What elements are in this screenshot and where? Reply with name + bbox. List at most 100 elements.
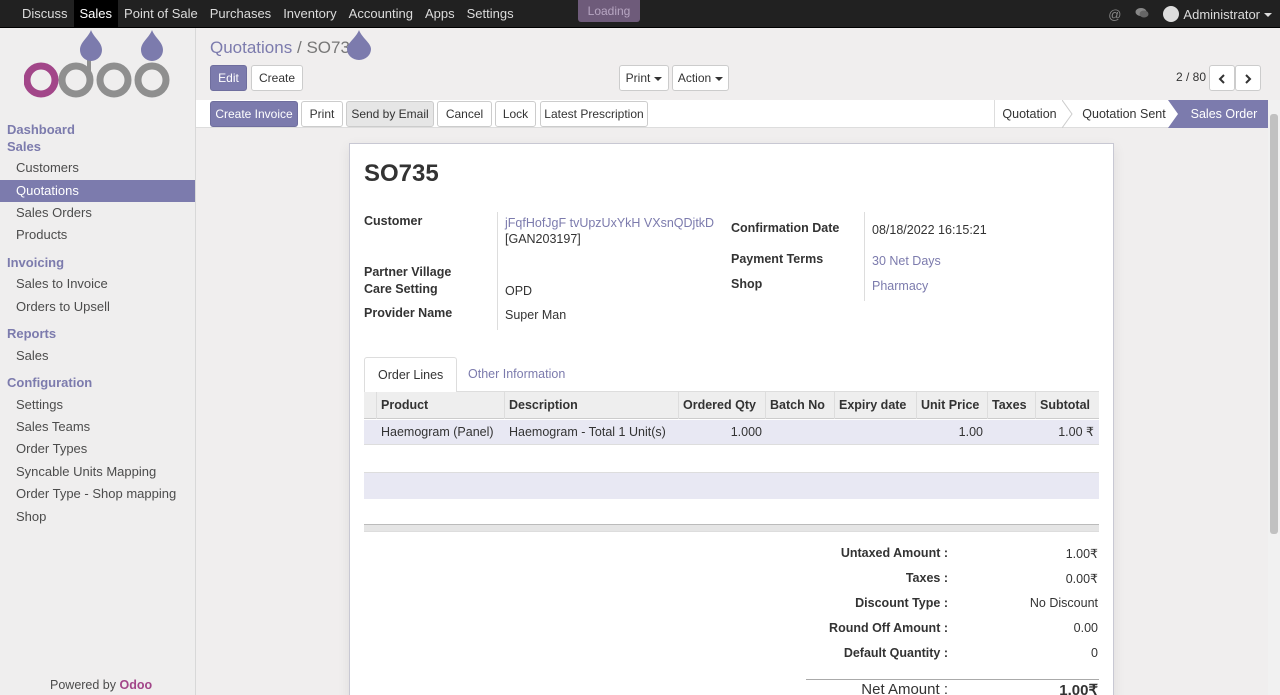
- sidebar-item-sales-teams[interactable]: Sales Teams: [0, 416, 195, 438]
- scrollbar[interactable]: [1268, 100, 1280, 695]
- menu-settings[interactable]: Settings: [461, 0, 520, 28]
- sidebar-dashboard[interactable]: Dashboard: [7, 122, 75, 137]
- care-setting-label: Care Setting: [364, 282, 438, 296]
- mention-icon[interactable]: @: [1108, 7, 1121, 22]
- sidebar-section-sales: Sales: [7, 139, 41, 154]
- sidebar-item-shop[interactable]: Shop: [0, 506, 195, 528]
- previous-record-button[interactable]: [1209, 65, 1235, 91]
- breadcrumb-current: SO73: [306, 38, 350, 57]
- powered-by-link[interactable]: Odoo: [120, 678, 153, 692]
- tab-order-lines[interactable]: Order Lines: [364, 357, 458, 393]
- edit-button[interactable]: Edit: [210, 65, 247, 91]
- menu-apps[interactable]: Apps: [419, 0, 461, 28]
- menu-sales[interactable]: Sales: [73, 0, 119, 28]
- chevron-left-icon: [1218, 74, 1225, 84]
- chevron-down-icon: [654, 76, 663, 81]
- action-dropdown-label: Action: [677, 71, 712, 85]
- order-title: SO735: [364, 160, 439, 187]
- table-row[interactable]: Haemogram (Panel) Haemogram - Total 1 Un…: [364, 420, 1099, 445]
- partner-village-label: Partner Village: [364, 265, 452, 279]
- sidebar-item-syncable-units-mapping[interactable]: Syncable Units Mapping: [0, 461, 195, 483]
- payment-terms-label: Payment Terms: [731, 252, 824, 266]
- powered-by-text: Powered by: [50, 678, 117, 692]
- confirmation-date-value: 08/18/2022 16:15:21: [872, 223, 987, 237]
- top-navbar: Discuss Sales Point of Sale Purchases In…: [0, 0, 1280, 28]
- print-dropdown[interactable]: Print: [619, 65, 669, 91]
- chevron-down-icon: [1264, 13, 1272, 18]
- sidebar-item-sales-to-invoice[interactable]: Sales to Invoice: [0, 273, 195, 295]
- print-button[interactable]: Print: [301, 101, 343, 127]
- column-expiry-date[interactable]: Expiry date: [835, 392, 917, 419]
- sidebar-item-reports-sales[interactable]: Sales: [0, 345, 195, 367]
- sidebar-item-settings[interactable]: Settings: [0, 394, 195, 416]
- menu-accounting[interactable]: Accounting: [343, 0, 419, 28]
- powered-by: Powered by Odoo: [50, 678, 152, 692]
- confirmation-date-label: Confirmation Date: [731, 221, 840, 235]
- round-off-amount-value: 0.00: [1073, 621, 1098, 635]
- send-by-email-button[interactable]: Send by Email: [346, 101, 434, 127]
- stage-quotation[interactable]: Quotation: [994, 100, 1064, 128]
- stage-sales-order[interactable]: Sales Order: [1180, 100, 1268, 128]
- sidebar-item-quotations[interactable]: Quotations: [0, 180, 195, 202]
- sidebar-item-products[interactable]: Products: [0, 224, 195, 246]
- user-name: Administrator: [1183, 6, 1260, 22]
- sidebar-section-invoicing: Invoicing: [7, 255, 65, 270]
- user-menu[interactable]: Administrator: [1183, 7, 1272, 22]
- column-ordered-qty[interactable]: Ordered Qty: [679, 392, 766, 419]
- cancel-button[interactable]: Cancel: [437, 101, 492, 127]
- latest-prescription-button[interactable]: Latest Prescription: [540, 101, 648, 127]
- cell-taxes: [988, 420, 1036, 445]
- chat-icon[interactable]: [1135, 7, 1149, 22]
- action-dropdown[interactable]: Action: [672, 65, 729, 91]
- sidebar: Dashboard Sales Customers Quotations Sal…: [0, 28, 196, 695]
- loading-indicator: Loading: [578, 0, 640, 22]
- sidebar-section-reports: Reports: [7, 326, 57, 341]
- breadcrumb: Quotations / SO73: [210, 38, 350, 58]
- tab-other-information[interactable]: Other Information: [455, 357, 578, 393]
- column-subtotal[interactable]: Subtotal: [1036, 392, 1099, 419]
- care-setting-value: OPD: [505, 284, 533, 298]
- net-amount-value: 1.00₹: [1059, 682, 1098, 695]
- default-quantity-value: 0: [1091, 646, 1098, 660]
- stage-arrow-icon: [1062, 100, 1073, 128]
- column-taxes[interactable]: Taxes: [988, 392, 1036, 419]
- scrollbar-thumb[interactable]: [1270, 114, 1278, 534]
- payment-terms-link[interactable]: 30 Net Days: [872, 254, 941, 268]
- menu-discuss[interactable]: Discuss: [16, 0, 74, 28]
- menu-point-of-sale[interactable]: Point of Sale: [118, 0, 204, 28]
- discount-type-value: No Discount: [1029, 596, 1098, 610]
- taxes-value: 0.00₹: [1065, 572, 1098, 586]
- field-divider: [497, 212, 498, 330]
- create-button[interactable]: Create: [251, 65, 303, 91]
- stage-quotation-sent[interactable]: Quotation Sent: [1076, 100, 1172, 128]
- field-divider: [864, 212, 865, 301]
- customer-link[interactable]: jFqfHofJgF tvUpzUxYkH VXsnQDjtkD: [505, 216, 714, 230]
- shop-link[interactable]: Pharmacy: [872, 279, 928, 293]
- menu-purchases[interactable]: Purchases: [204, 0, 277, 28]
- cell-product: Haemogram (Panel): [381, 425, 494, 439]
- breadcrumb-quotations[interactable]: Quotations: [210, 38, 292, 57]
- status-bar: Create Invoice Print Send by Email Cance…: [196, 100, 1268, 128]
- column-batch-no[interactable]: Batch No: [766, 392, 835, 419]
- column-product[interactable]: Product: [377, 392, 505, 419]
- sidebar-item-sales-orders[interactable]: Sales Orders: [0, 202, 195, 224]
- provider-name-value: Super Man: [505, 308, 567, 322]
- column-unit-price[interactable]: Unit Price: [917, 392, 988, 419]
- cell-unit-price: 1.00: [958, 425, 983, 439]
- next-record-button[interactable]: [1235, 65, 1261, 91]
- sidebar-item-orders-to-upsell[interactable]: Orders to Upsell: [0, 296, 195, 318]
- app-menu: Discuss Sales Point of Sale Purchases In…: [16, 0, 520, 28]
- sidebar-item-order-types[interactable]: Order Types: [0, 438, 195, 460]
- customer-id: [GAN203197]: [505, 232, 581, 246]
- column-description[interactable]: Description: [505, 392, 679, 419]
- sidebar-item-order-type-shop-mapping[interactable]: Order Type - Shop mapping: [0, 483, 195, 505]
- order-lines-header: Product Description Ordered Qty Batch No…: [364, 392, 1099, 419]
- create-invoice-button[interactable]: Create Invoice: [210, 101, 298, 127]
- cell-expiry-date: [835, 420, 917, 445]
- sidebar-item-customers[interactable]: Customers: [0, 157, 195, 179]
- lock-button[interactable]: Lock: [495, 101, 536, 127]
- menu-inventory[interactable]: Inventory: [277, 0, 342, 28]
- avatar[interactable]: [1163, 6, 1180, 22]
- cell-batch-no: [766, 420, 835, 445]
- pager-value: 2 / 80: [1176, 70, 1207, 84]
